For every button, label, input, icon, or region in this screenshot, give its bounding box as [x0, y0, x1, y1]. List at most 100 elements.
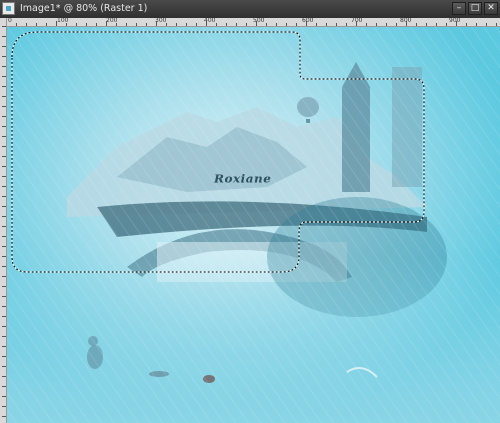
ruler-tick [306, 21, 307, 26]
ruler-tick [2, 376, 6, 377]
ruler-tick [146, 23, 147, 26]
ruler-tick [2, 166, 6, 167]
ruler-tick [156, 21, 157, 26]
ruler-tick [2, 306, 6, 307]
ruler-tick [366, 23, 367, 26]
ruler-tick [236, 23, 237, 26]
ruler-tick [46, 23, 47, 26]
ruler-tick [346, 23, 347, 26]
ruler-tick [2, 26, 6, 27]
ruler-tick [386, 23, 387, 26]
title-bar[interactable]: Image1* @ 80% (Raster 1) – □ ✕ [0, 0, 500, 19]
ruler-tick [106, 21, 107, 26]
ruler-tick [2, 366, 6, 367]
ruler-tick [2, 216, 6, 217]
ruler-tick [186, 23, 187, 26]
ruler-tick [2, 286, 6, 287]
ruler-tick [176, 23, 177, 26]
maximize-button[interactable]: □ [468, 2, 482, 15]
ruler-tick [496, 23, 497, 26]
ruler-tick [2, 156, 6, 157]
ruler-tick [2, 136, 6, 137]
ruler-tick [416, 23, 417, 26]
ruler-tick [56, 21, 57, 26]
ruler-tick [2, 386, 6, 387]
ruler-tick [26, 23, 27, 26]
ruler-tick [2, 206, 6, 207]
ruler-tick [2, 346, 6, 347]
ruler-tick [396, 23, 397, 26]
horizontal-ruler[interactable]: 0 100 200 300 400 500 600 700 800 900 [6, 18, 500, 27]
ruler-tick [286, 23, 287, 26]
ruler-tick [2, 196, 6, 197]
ruler-tick [2, 76, 6, 77]
image-window: Image1* @ 80% (Raster 1) – □ ✕ 0 100 200… [0, 0, 500, 423]
ruler-tick [466, 23, 467, 26]
ruler-tick [2, 56, 6, 57]
ruler-tick [16, 23, 17, 26]
ruler-tick [2, 96, 6, 97]
ruler-tick [326, 23, 327, 26]
ruler-tick [2, 236, 6, 237]
ruler-tick [2, 256, 6, 257]
ruler-tick [256, 21, 257, 26]
ruler-tick [336, 23, 337, 26]
ruler-tick [2, 146, 6, 147]
ruler-tick [2, 416, 6, 417]
selection-marquee[interactable] [7, 27, 500, 423]
ruler-tick [2, 266, 6, 267]
ruler-tick [2, 336, 6, 337]
ruler-tick [2, 126, 6, 127]
ruler-label: 600 [302, 18, 314, 24]
ruler-tick [86, 23, 87, 26]
ruler-tick [2, 46, 6, 47]
ruler-tick [2, 116, 6, 117]
ruler-label: 0 [8, 18, 12, 24]
ruler-tick [126, 23, 127, 26]
ruler-tick [2, 186, 6, 187]
ruler-tick [2, 396, 6, 397]
ruler-tick [246, 23, 247, 26]
ruler-tick [436, 23, 437, 26]
selection-path-alt [11, 31, 425, 273]
ruler-tick [2, 226, 6, 227]
selection-path [11, 31, 425, 273]
ruler-tick [196, 23, 197, 26]
ruler-tick [266, 23, 267, 26]
ruler-tick [226, 23, 227, 26]
ruler-tick [2, 86, 6, 87]
ruler-tick [216, 23, 217, 26]
ruler-tick [2, 356, 6, 357]
ruler-tick [476, 23, 477, 26]
ruler-tick [316, 23, 317, 26]
ruler-tick [76, 23, 77, 26]
ruler-tick [2, 176, 6, 177]
ruler-tick [296, 23, 297, 26]
ruler-tick [356, 21, 357, 26]
ruler-tick [446, 23, 447, 26]
close-button[interactable]: ✕ [484, 2, 498, 15]
ruler-tick [276, 23, 277, 26]
ruler-tick [406, 21, 407, 26]
ruler-tick [2, 316, 6, 317]
ruler-tick [36, 23, 37, 26]
ruler-tick [136, 23, 137, 26]
ruler-tick [2, 66, 6, 67]
ruler-tick [2, 106, 6, 107]
minimize-button[interactable]: – [452, 2, 466, 15]
ruler-tick [2, 246, 6, 247]
ruler-label: 500 [253, 18, 265, 24]
ruler-tick [2, 276, 6, 277]
ruler-tick [66, 23, 67, 26]
window-title: Image1* @ 80% (Raster 1) [20, 3, 148, 14]
ruler-tick [456, 21, 457, 26]
ruler-tick [2, 36, 6, 37]
ruler-tick [426, 23, 427, 26]
image-document-icon [2, 2, 15, 15]
image-canvas[interactable]: Roxiane [7, 27, 500, 423]
ruler-tick [2, 406, 6, 407]
vertical-ruler[interactable] [0, 18, 7, 423]
ruler-tick [206, 21, 207, 26]
ruler-tick [2, 326, 6, 327]
ruler-tick [376, 23, 377, 26]
